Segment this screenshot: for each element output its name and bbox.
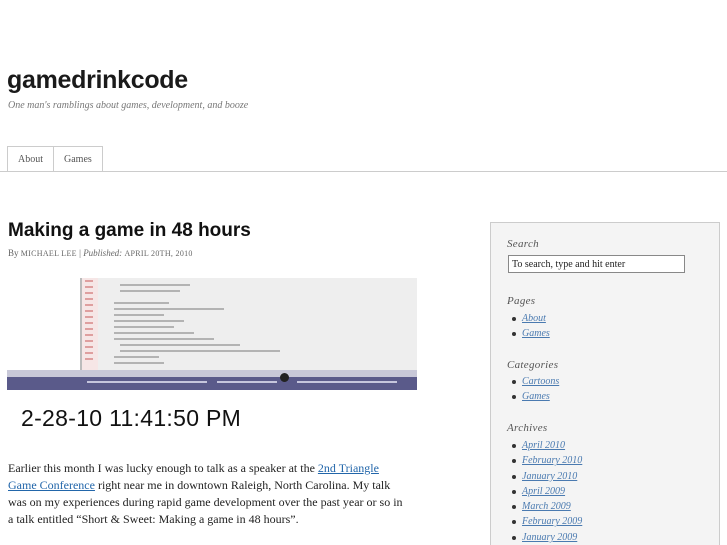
code-editor-area [80,278,417,370]
categories-heading: Categories [507,359,559,371]
archive-link[interactable]: January 2009 [522,532,577,543]
category-link-cartoons[interactable]: Cartoons [522,376,559,387]
list-item: April 2010 [511,438,582,453]
list-item: February 2009 [511,514,582,529]
sidebar: Search Pages About Games Categories Cart… [490,222,720,545]
archive-link[interactable]: March 2009 [522,501,571,512]
list-item: Cartoons [511,374,559,389]
archives-list: April 2010 February 2010 January 2010 Ap… [511,438,582,545]
screenshot-timestamp: 2-28-10 11:41:50 PM [21,405,242,431]
pages-heading: Pages [507,295,536,307]
pages-list: About Games [511,311,550,342]
post-date: April 20th, 2010 [124,249,193,258]
post-screenshot-image: 2-28-10 11:41:50 PM [7,278,417,433]
list-item: April 2009 [511,484,582,499]
post-body-text-1: Earlier this month I was lucky enough to… [8,461,318,475]
archive-link[interactable]: January 2010 [522,471,577,482]
post-title[interactable]: Making a game in 48 hours [8,220,251,242]
byline-by: By [8,248,19,258]
byline-separator: | [79,248,81,258]
post-body: Earlier this month I was lucky enough to… [8,460,408,528]
nav-tab-about[interactable]: About [7,146,54,172]
list-item: January 2009 [511,530,582,545]
archive-link[interactable]: February 2010 [522,455,582,466]
list-item: February 2010 [511,453,582,468]
list-item: January 2010 [511,469,582,484]
category-link-games[interactable]: Games [522,391,550,402]
main-nav: About Games [7,146,103,172]
archives-heading: Archives [507,422,548,434]
site-tagline: One man's ramblings about games, develop… [8,100,249,111]
search-input[interactable] [508,255,685,273]
published-label: Published: [83,248,123,258]
screenshot-status-bar [7,370,417,390]
list-item: About [511,311,550,326]
post-byline: By Michael Lee | Published: April 20th, … [8,248,193,258]
post-author: Michael Lee [20,249,77,258]
archive-link[interactable]: April 2009 [522,486,565,497]
list-item: Games [511,389,559,404]
categories-list: Cartoons Games [511,374,559,405]
list-item: Games [511,326,550,341]
page-link-games[interactable]: Games [522,328,550,339]
status-logo-icon [280,373,289,382]
site-title[interactable]: gamedrinkcode [7,66,188,95]
search-heading: Search [507,238,539,250]
archive-link[interactable]: February 2009 [522,516,582,527]
archive-link[interactable]: April 2010 [522,440,565,451]
list-item: March 2009 [511,499,582,514]
nav-tab-games[interactable]: Games [53,146,103,172]
nav-divider [0,171,727,172]
page-link-about[interactable]: About [522,313,546,324]
